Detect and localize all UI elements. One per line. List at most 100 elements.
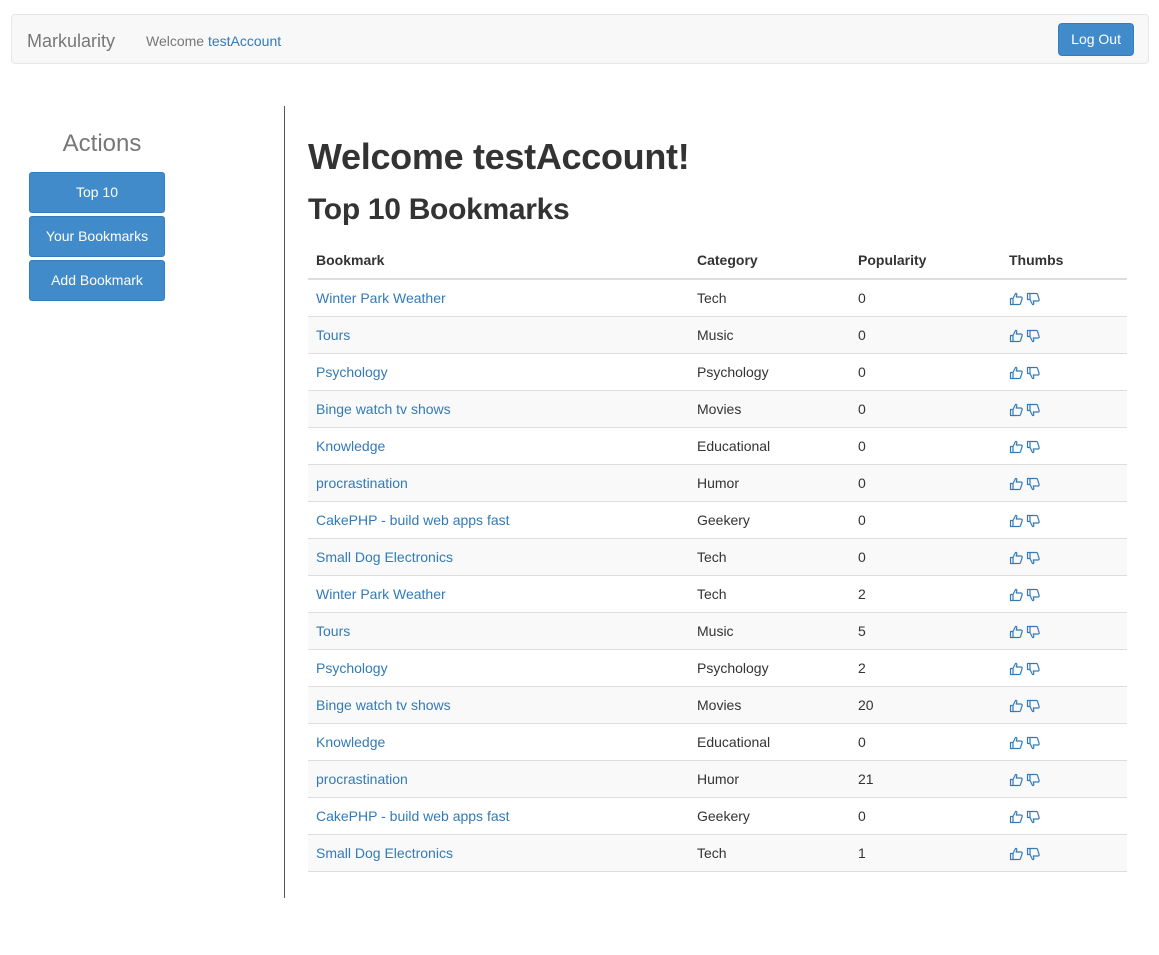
bookmark-link[interactable]: Knowledge bbox=[316, 734, 385, 750]
thumbs-up-icon[interactable] bbox=[1009, 773, 1024, 787]
thumbs-up-icon[interactable] bbox=[1009, 329, 1024, 343]
thumbs-down-icon[interactable] bbox=[1026, 588, 1041, 602]
page-title: Welcome testAccount! bbox=[308, 136, 690, 177]
category-cell: Educational bbox=[689, 723, 850, 761]
thumbs-down-icon[interactable] bbox=[1026, 329, 1041, 343]
bookmark-link[interactable]: Small Dog Electronics bbox=[316, 845, 453, 861]
bookmark-link[interactable]: Winter Park Weather bbox=[316, 586, 446, 602]
thumbs-up-icon[interactable] bbox=[1009, 588, 1024, 602]
thumbs-up-icon[interactable] bbox=[1009, 514, 1024, 528]
category-cell: Music bbox=[689, 316, 850, 354]
table-row: CakePHP - build web apps fast Geekery 0 bbox=[308, 797, 1127, 835]
thumbs-down-icon[interactable] bbox=[1026, 551, 1041, 565]
section-title: Top 10 Bookmarks bbox=[308, 193, 570, 226]
add-bookmark-button[interactable]: Add Bookmark bbox=[29, 260, 165, 301]
bookmark-link[interactable]: Psychology bbox=[316, 364, 388, 380]
thumbs-cell bbox=[1001, 686, 1127, 724]
table-row: Winter Park Weather Tech 2 bbox=[308, 575, 1127, 613]
table-row: Knowledge Educational 0 bbox=[308, 427, 1127, 465]
bookmark-cell: Winter Park Weather bbox=[308, 279, 689, 317]
popularity-cell: 0 bbox=[850, 316, 1001, 354]
bookmark-cell: Knowledge bbox=[308, 723, 689, 761]
navbar: Markularity Welcome testAccount Log Out bbox=[11, 14, 1149, 64]
sidebar: Actions Top 10 Your Bookmarks Add Bookma… bbox=[29, 130, 165, 304]
category-cell: Movies bbox=[689, 390, 850, 428]
thumbs-cell bbox=[1001, 316, 1127, 354]
thumbs-up-icon[interactable] bbox=[1009, 662, 1024, 676]
brand-link[interactable]: Markularity bbox=[27, 31, 115, 52]
thumbs-up-icon[interactable] bbox=[1009, 477, 1024, 491]
thumbs-up-icon[interactable] bbox=[1009, 551, 1024, 565]
category-cell: Tech bbox=[689, 575, 850, 613]
your-bookmarks-button[interactable]: Your Bookmarks bbox=[29, 216, 165, 257]
bookmark-link[interactable]: Knowledge bbox=[316, 438, 385, 454]
thumbs-down-icon[interactable] bbox=[1026, 736, 1041, 750]
thumbs-down-icon[interactable] bbox=[1026, 773, 1041, 787]
sidebar-title: Actions bbox=[62, 130, 142, 157]
bookmark-link[interactable]: CakePHP - build web apps fast bbox=[316, 512, 510, 528]
thumbs-down-icon[interactable] bbox=[1026, 625, 1041, 639]
thumbs-up-icon[interactable] bbox=[1009, 625, 1024, 639]
bookmark-link[interactable]: Binge watch tv shows bbox=[316, 401, 451, 417]
thumbs-up-icon[interactable] bbox=[1009, 736, 1024, 750]
vertical-divider bbox=[284, 106, 285, 898]
popularity-cell: 0 bbox=[850, 464, 1001, 502]
popularity-cell: 0 bbox=[850, 797, 1001, 835]
table-row: procrastination Humor 0 bbox=[308, 464, 1127, 502]
thumbs-down-icon[interactable] bbox=[1026, 662, 1041, 676]
popularity-cell: 0 bbox=[850, 501, 1001, 539]
thumbs-up-icon[interactable] bbox=[1009, 699, 1024, 713]
popularity-cell: 0 bbox=[850, 723, 1001, 761]
popularity-cell: 21 bbox=[850, 760, 1001, 798]
table-row: Psychology Psychology 2 bbox=[308, 649, 1127, 687]
category-cell: Psychology bbox=[689, 649, 850, 687]
thumbs-cell bbox=[1001, 612, 1127, 650]
bookmark-link[interactable]: procrastination bbox=[316, 771, 408, 787]
thumbs-up-icon[interactable] bbox=[1009, 440, 1024, 454]
username-link[interactable]: testAccount bbox=[208, 33, 281, 49]
bookmark-link[interactable]: Small Dog Electronics bbox=[316, 549, 453, 565]
thumbs-cell bbox=[1001, 723, 1127, 761]
bookmark-link[interactable]: Binge watch tv shows bbox=[316, 697, 451, 713]
bookmark-cell: procrastination bbox=[308, 760, 689, 798]
bookmark-link[interactable]: CakePHP - build web apps fast bbox=[316, 808, 510, 824]
thumbs-cell bbox=[1001, 760, 1127, 798]
thumbs-down-icon[interactable] bbox=[1026, 810, 1041, 824]
popularity-cell: 2 bbox=[850, 575, 1001, 613]
top-10-button[interactable]: Top 10 bbox=[29, 172, 165, 213]
thumbs-up-icon[interactable] bbox=[1009, 810, 1024, 824]
thumbs-down-icon[interactable] bbox=[1026, 440, 1041, 454]
column-header-popularity: Popularity bbox=[850, 242, 1001, 280]
category-cell: Educational bbox=[689, 427, 850, 465]
category-cell: Psychology bbox=[689, 353, 850, 391]
bookmark-cell: Tours bbox=[308, 316, 689, 354]
column-header-category: Category bbox=[689, 242, 850, 280]
table-row: Tours Music 0 bbox=[308, 316, 1127, 354]
bookmark-link[interactable]: Tours bbox=[316, 623, 350, 639]
table-row: Binge watch tv shows Movies 0 bbox=[308, 390, 1127, 428]
thumbs-down-icon[interactable] bbox=[1026, 366, 1041, 380]
thumbs-up-icon[interactable] bbox=[1009, 292, 1024, 306]
logout-button[interactable]: Log Out bbox=[1058, 23, 1134, 56]
thumbs-up-icon[interactable] bbox=[1009, 366, 1024, 380]
thumbs-down-icon[interactable] bbox=[1026, 477, 1041, 491]
table-row: Winter Park Weather Tech 0 bbox=[308, 279, 1127, 317]
thumbs-up-icon[interactable] bbox=[1009, 847, 1024, 861]
thumbs-down-icon[interactable] bbox=[1026, 292, 1041, 306]
welcome-text: Welcome testAccount bbox=[146, 33, 281, 49]
thumbs-down-icon[interactable] bbox=[1026, 514, 1041, 528]
thumbs-down-icon[interactable] bbox=[1026, 847, 1041, 861]
bookmark-link[interactable]: Tours bbox=[316, 327, 350, 343]
popularity-cell: 0 bbox=[850, 353, 1001, 391]
thumbs-down-icon[interactable] bbox=[1026, 699, 1041, 713]
popularity-cell: 0 bbox=[850, 427, 1001, 465]
bookmark-cell: Psychology bbox=[308, 649, 689, 687]
bookmark-cell: Binge watch tv shows bbox=[308, 686, 689, 724]
bookmark-link[interactable]: Winter Park Weather bbox=[316, 290, 446, 306]
bookmark-link[interactable]: Psychology bbox=[316, 660, 388, 676]
popularity-cell: 5 bbox=[850, 612, 1001, 650]
bookmark-link[interactable]: procrastination bbox=[316, 475, 408, 491]
table-row: Small Dog Electronics Tech 0 bbox=[308, 538, 1127, 576]
thumbs-up-icon[interactable] bbox=[1009, 403, 1024, 417]
thumbs-down-icon[interactable] bbox=[1026, 403, 1041, 417]
